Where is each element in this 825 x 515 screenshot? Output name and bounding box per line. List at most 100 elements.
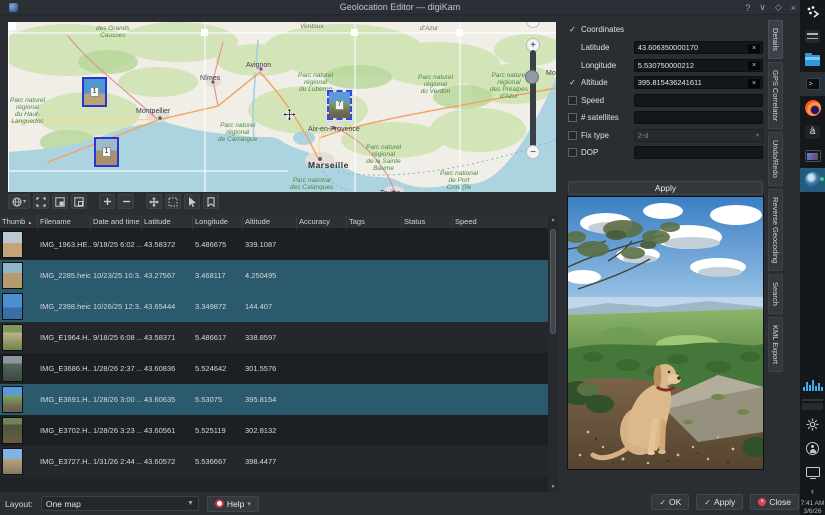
- digikam-dock-icon[interactable]: [800, 168, 825, 192]
- unchecked-checkbox[interactable]: [568, 148, 577, 157]
- photo-marker[interactable]: 1: [94, 137, 119, 167]
- pan-mode-button[interactable]: [146, 194, 162, 209]
- scroll-down-icon[interactable]: ▼: [548, 482, 558, 492]
- photo-marker[interactable]: 1: [82, 77, 107, 107]
- map-view[interactable]: des Grands CaussesParc naturel régional …: [8, 22, 556, 192]
- user-status-icon[interactable]: [800, 436, 825, 460]
- character-app-icon[interactable]: à: [800, 120, 825, 144]
- tab-gps-correlator[interactable]: GPS Correlator: [768, 62, 783, 129]
- table-cell: IMG_E1964.H...: [38, 333, 91, 342]
- zoom-into-selection-button[interactable]: [52, 194, 68, 209]
- tray-expander-icon[interactable]: ‹: [800, 484, 825, 498]
- table-row[interactable]: IMG_2285.heic10/23/25 10:3...43.275673.4…: [0, 260, 558, 291]
- chevron-down-icon: ▾: [756, 132, 759, 139]
- tab-undo-redo[interactable]: Undo/Redo: [768, 132, 783, 186]
- settings-app-icon[interactable]: [800, 24, 825, 48]
- column-header[interactable]: Latitude: [142, 215, 193, 229]
- fix-type-select[interactable]: 2-d▾: [634, 129, 763, 142]
- tray-settings-icon[interactable]: [800, 412, 825, 436]
- map-provider-button[interactable]: ▾: [8, 194, 30, 209]
- apply-coordinates-button[interactable]: Apply: [568, 181, 763, 195]
- ok-button[interactable]: ✓ OK: [651, 494, 689, 510]
- table-cell: 9/18/25 6:02 ...: [91, 240, 142, 249]
- zoom-in-button[interactable]: [99, 194, 115, 209]
- launcher-icon[interactable]: [800, 0, 825, 24]
- column-header[interactable]: Thumb▲: [0, 215, 38, 229]
- zoom-top-button[interactable]: [526, 22, 540, 28]
- unchecked-checkbox[interactable]: [568, 131, 577, 140]
- tab-search[interactable]: Search: [768, 274, 783, 314]
- table-scrollbar[interactable]: ▲ ▼: [548, 215, 558, 492]
- tab-details[interactable]: Details: [768, 20, 783, 59]
- table-row[interactable]: IMG_E3727.H...1/31/26 2:44 ...43.605725.…: [0, 446, 558, 477]
- zoom-out-of-selection-button[interactable]: [71, 194, 87, 209]
- clock[interactable]: 7:41 AM 3/6/26: [801, 500, 825, 515]
- speed-input[interactable]: [634, 94, 763, 107]
- column-header[interactable]: Accuracy: [297, 215, 347, 229]
- table-row[interactable]: IMG_2398.heic10/26/25 12:3...43.654443.3…: [0, 291, 558, 322]
- table-cell: 4.250495: [243, 271, 297, 280]
- photo-thumbnail: [2, 262, 23, 289]
- table-row[interactable]: IMG_E3702.H...1/28/26 3:23 ...43.605615.…: [0, 415, 558, 446]
- coordinates-checkbox[interactable]: ✓: [568, 25, 577, 34]
- tab-kml-export[interactable]: KML Export: [768, 317, 783, 372]
- column-header[interactable]: Tags: [347, 215, 402, 229]
- unchecked-checkbox[interactable]: [568, 96, 577, 105]
- cursor-mode-button[interactable]: [184, 194, 200, 209]
- column-header[interactable]: Filename: [38, 215, 91, 229]
- altitude-input[interactable]: 395.815436241611×: [634, 76, 763, 89]
- table-row[interactable]: IMG_E1964.H...9/18/25 6:08 ...43.583715.…: [0, 322, 558, 353]
- clear-field-icon[interactable]: ×: [748, 79, 760, 88]
- dop-input[interactable]: [634, 146, 763, 159]
- tab-reverse-geocoding[interactable]: Reverse Geocoding: [768, 189, 783, 271]
- unchecked-checkbox[interactable]: [568, 113, 577, 122]
- scroll-up-icon[interactable]: ▲: [548, 215, 558, 225]
- side-tab-bar: Details GPS Correlator Undo/Redo Reverse Ge…: [766, 20, 798, 372]
- zoom-out-button[interactable]: [118, 194, 134, 209]
- longitude-input[interactable]: 5.530750000212×: [634, 59, 763, 72]
- whats-this-icon[interactable]: ?: [745, 3, 750, 13]
- latitude-input[interactable]: 43.606350000170×: [634, 41, 763, 54]
- table-row[interactable]: IMG_E3691.H...1/28/26 3:00 ...43.606355.…: [0, 384, 558, 415]
- table-cell: IMG_E3686.H...: [38, 364, 91, 373]
- firefox-icon[interactable]: [800, 96, 825, 120]
- table-row[interactable]: IMG_1963.HE...9/18/25 6:02 ...43.583725.…: [0, 229, 558, 260]
- display-tray-icon[interactable]: [800, 460, 825, 484]
- file-manager-icon[interactable]: [800, 48, 825, 72]
- clear-field-icon[interactable]: ×: [748, 44, 760, 53]
- image-list: Thumb▲FilenameDate and timeLatitudeLongi…: [0, 215, 558, 492]
- layout-select[interactable]: One map ▼: [41, 496, 199, 511]
- column-header[interactable]: Status: [402, 215, 453, 229]
- audio-waveform-icon[interactable]: [800, 373, 825, 397]
- help-icon: [215, 499, 224, 508]
- shade-icon[interactable]: ∨: [759, 2, 766, 13]
- zoom-out-button[interactable]: −: [526, 145, 540, 159]
- zoom-fit-button[interactable]: [33, 194, 49, 209]
- column-header[interactable]: Speed: [453, 215, 558, 229]
- table-row[interactable]: IMG_E3686.H...1/28/26 2:37 ...43.608365.…: [0, 353, 558, 384]
- clear-field-icon[interactable]: ×: [748, 61, 760, 70]
- screenshot-app-icon[interactable]: [800, 144, 825, 168]
- checked-checkbox[interactable]: ✓: [568, 78, 577, 87]
- region-select-button[interactable]: [165, 194, 181, 209]
- maximize-icon[interactable]: ◇: [775, 2, 782, 13]
- zoom-slider-handle[interactable]: [525, 70, 539, 84]
- help-button[interactable]: Help ▾: [207, 496, 259, 512]
- column-header[interactable]: Altitude: [243, 215, 297, 229]
- terminal-icon[interactable]: >: [800, 72, 825, 96]
- table-cell: 3.349872: [193, 302, 243, 311]
- close-icon[interactable]: ×: [791, 3, 796, 13]
- bookmark-button[interactable]: [203, 194, 219, 209]
- close-button[interactable]: × Close: [750, 494, 799, 510]
- column-header[interactable]: Date and time: [91, 215, 142, 229]
- selected-photo-marker[interactable]: 7: [327, 90, 352, 120]
- zoom-slider-track[interactable]: [530, 50, 536, 157]
- field-row: Speed: [568, 94, 763, 107]
- column-header[interactable]: Longitude: [193, 215, 243, 229]
- table-cell: 5.525119: [193, 426, 243, 435]
- -satellites-input[interactable]: [634, 111, 763, 124]
- apply-button[interactable]: ✓ Apply: [696, 494, 743, 510]
- scrollbar-thumb[interactable]: [550, 229, 556, 334]
- marker-count-badge: 1: [90, 87, 100, 97]
- photo-thumbnail: [2, 231, 23, 258]
